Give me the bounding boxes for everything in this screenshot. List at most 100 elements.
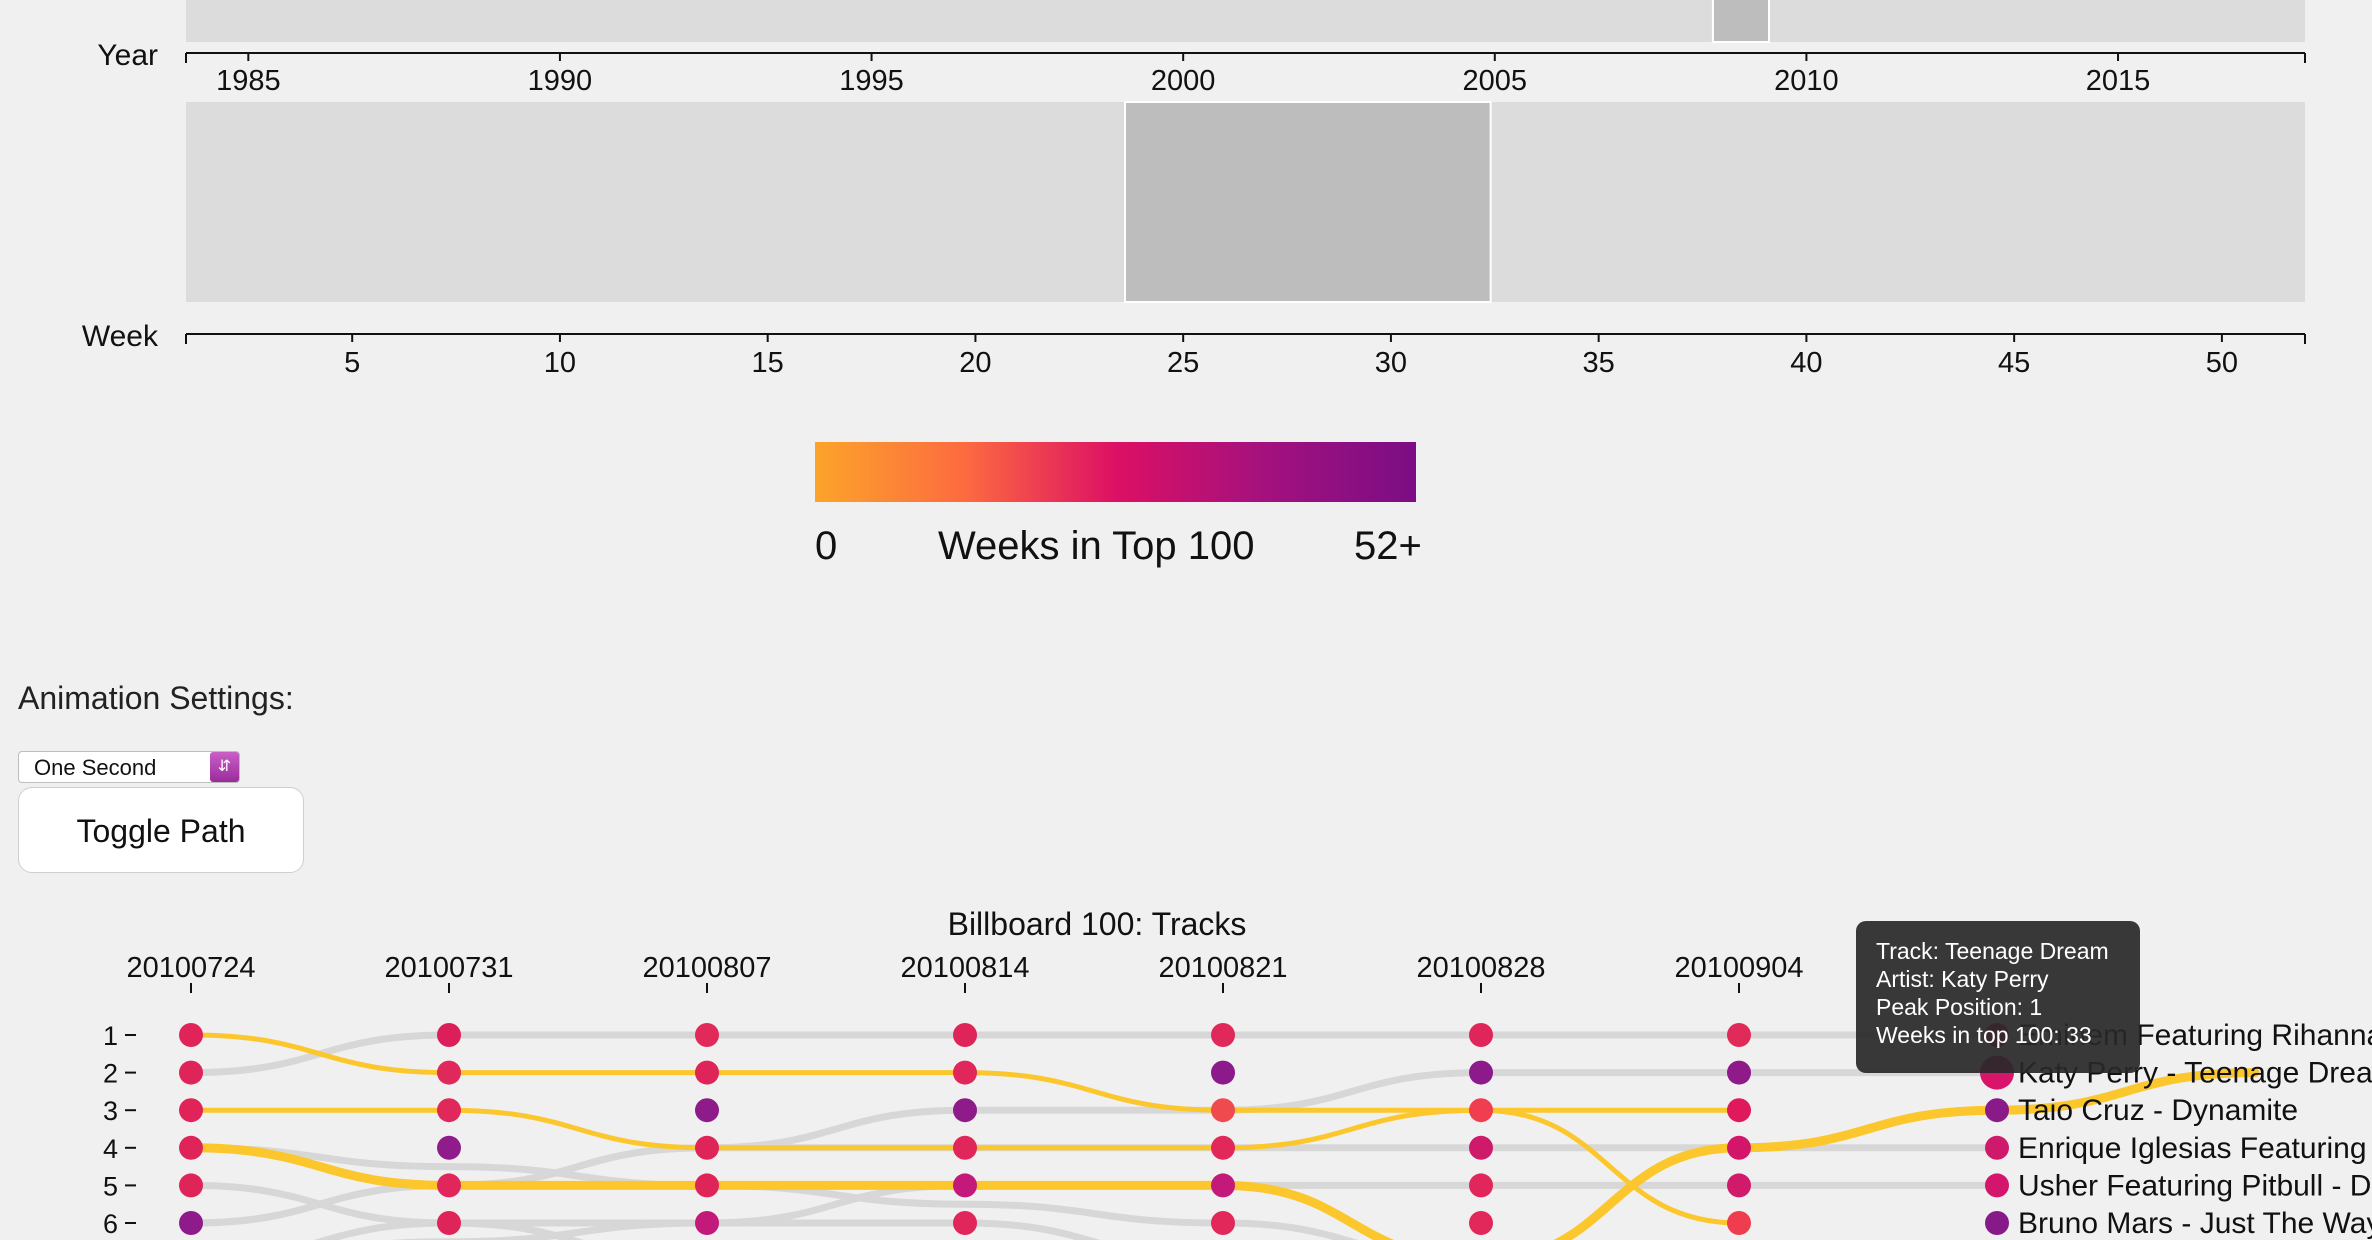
rank-dot[interactable]	[179, 1098, 203, 1123]
range-selectors: Year1985 1990 1995 2000 2005 2010 2015 Week5 10…	[82, 0, 2306, 379]
rank-dot[interactable]	[953, 1135, 977, 1160]
rank-dot[interactable]	[437, 1023, 461, 1047]
week-column-label: 20100821	[1158, 952, 1287, 984]
year-slider[interactable]: Year 1985 1990 1995 2000 2005 2010 2015	[97, 0, 2306, 97]
color-legend-max: 52+	[1354, 524, 1422, 568]
week-slider[interactable]: Week 5 10 15 20 25 30 35 40 45 50	[82, 101, 2306, 379]
track-label: Taio Cruz - Dynamite	[2018, 1094, 2298, 1127]
week-column-label: 20100724	[126, 952, 255, 984]
rank-dot[interactable]	[695, 1060, 719, 1085]
rank-dot[interactable]	[179, 1060, 203, 1085]
rank-label: 5	[103, 1171, 118, 1201]
rank-dot[interactable]	[953, 1173, 977, 1198]
rank-dot[interactable]	[1211, 1173, 1235, 1198]
rank-dot[interactable]	[1211, 1023, 1235, 1047]
rank-label: 1	[103, 1021, 118, 1051]
chart-axes: 20100724 20100731 20100807 20100814 20100821…	[103, 952, 1804, 1239]
rank-dot[interactable]	[437, 1211, 461, 1235]
rank-label: 2	[103, 1059, 118, 1089]
toggle-path-button[interactable]: Toggle Path	[18, 787, 304, 873]
background-track-path	[187, 1031, 2001, 1077]
rank-dot[interactable]	[1469, 1098, 1493, 1123]
rank-dot[interactable]	[1727, 1060, 1751, 1085]
year-tick-label: 2015	[2086, 65, 2151, 97]
rank-dot[interactable]	[1211, 1060, 1235, 1085]
chart-title: Billboard 100: Tracks	[948, 906, 1247, 942]
year-tick-label: 2010	[1774, 65, 1839, 97]
rank-dot[interactable]	[1727, 1098, 1751, 1123]
week-tick-label: 25	[1167, 347, 1199, 379]
rank-dot[interactable]	[1469, 1023, 1493, 1047]
rank-dot[interactable]	[1985, 1098, 2009, 1123]
rank-dot[interactable]	[695, 1098, 719, 1123]
week-column-label: 20100731	[384, 952, 513, 984]
rank-dot[interactable]	[695, 1135, 719, 1160]
color-legend-min: 0	[815, 524, 838, 568]
tooltip-track: Track: Teenage Dream	[1876, 938, 2109, 964]
animation-settings-label: Animation Settings:	[18, 680, 294, 716]
rank-dot[interactable]	[953, 1060, 977, 1085]
rank-dot[interactable]	[179, 1135, 203, 1160]
week-selection[interactable]	[1124, 101, 1492, 303]
rank-dot[interactable]	[179, 1211, 203, 1235]
week-tick-label: 15	[752, 347, 784, 379]
rank-dot[interactable]	[437, 1060, 461, 1085]
tooltip-weeks: Weeks in top 100: 33	[1876, 1022, 2092, 1048]
rank-dot[interactable]	[695, 1211, 719, 1235]
background-track-path	[313, 1219, 1101, 1240]
rank-dot[interactable]	[1469, 1135, 1493, 1160]
week-axis-label: Week	[82, 320, 159, 353]
animation-speed-value: One Second	[34, 755, 157, 780]
rank-dot[interactable]	[1469, 1173, 1493, 1198]
rank-dot[interactable]	[953, 1211, 977, 1235]
rank-dot[interactable]	[179, 1023, 203, 1047]
tooltip-artist: Artist: Katy Perry	[1876, 966, 2049, 992]
rank-dot[interactable]	[1469, 1211, 1493, 1235]
rank-dot[interactable]	[1727, 1023, 1751, 1047]
week-tick-label: 30	[1375, 347, 1407, 379]
year-selection[interactable]	[1711, 0, 1771, 43]
select-arrows-icon[interactable]: ⇵	[210, 752, 239, 782]
rank-dot[interactable]	[695, 1173, 719, 1198]
animation-speed-select[interactable]: One Second ⇵	[18, 751, 240, 783]
rank-dot[interactable]	[437, 1135, 461, 1160]
tooltip-peak: Peak Position: 1	[1876, 994, 2043, 1020]
rank-dot[interactable]	[1211, 1211, 1235, 1235]
rank-dot[interactable]	[1211, 1135, 1235, 1160]
color-legend-title: Weeks in Top 100	[938, 524, 1255, 568]
week-tick-label: 20	[959, 347, 991, 379]
rank-dot[interactable]	[179, 1173, 203, 1198]
rank-dot[interactable]	[953, 1098, 977, 1123]
year-tick-label: 1990	[528, 65, 593, 97]
background-track-path	[187, 1144, 2001, 1227]
week-tick-label: 50	[2206, 347, 2238, 379]
rank-dot[interactable]	[1211, 1098, 1235, 1123]
rank-dot[interactable]	[437, 1173, 461, 1198]
track-tooltip: Track: Teenage Dream Artist: Katy Perry …	[1856, 921, 2140, 1073]
week-column-label: 20100814	[900, 952, 1029, 984]
rank-dot[interactable]	[1985, 1173, 2009, 1198]
rank-dot[interactable]	[1727, 1211, 1751, 1235]
color-legend-bar	[815, 442, 1416, 502]
rank-dot[interactable]	[437, 1098, 461, 1123]
rank-label: 3	[103, 1096, 118, 1126]
rank-dot[interactable]	[1469, 1060, 1493, 1085]
week-tick-label: 10	[544, 347, 576, 379]
rank-dot[interactable]	[695, 1023, 719, 1047]
year-tick-label: 2000	[1151, 65, 1216, 97]
year-tick-label: 1985	[216, 65, 281, 97]
rank-dot[interactable]	[1985, 1135, 2009, 1160]
background-paths	[187, 1031, 2001, 1240]
rank-dots	[179, 1023, 2014, 1235]
highlighted-track-path	[186, 1068, 2260, 1240]
rank-dot[interactable]	[1727, 1135, 1751, 1160]
rank-dot[interactable]	[1727, 1173, 1751, 1198]
highlighted-track-path	[188, 1032, 1742, 1113]
year-axis-label: Year	[97, 39, 158, 72]
track-label: Usher Featuring Pitbull - D	[2018, 1169, 2371, 1202]
year-tick-label: 2005	[1463, 65, 1528, 97]
year-track[interactable]	[186, 0, 2305, 42]
rank-dot[interactable]	[953, 1023, 977, 1047]
rank-dot[interactable]	[1985, 1211, 2009, 1235]
background-track-path	[187, 1144, 1359, 1240]
